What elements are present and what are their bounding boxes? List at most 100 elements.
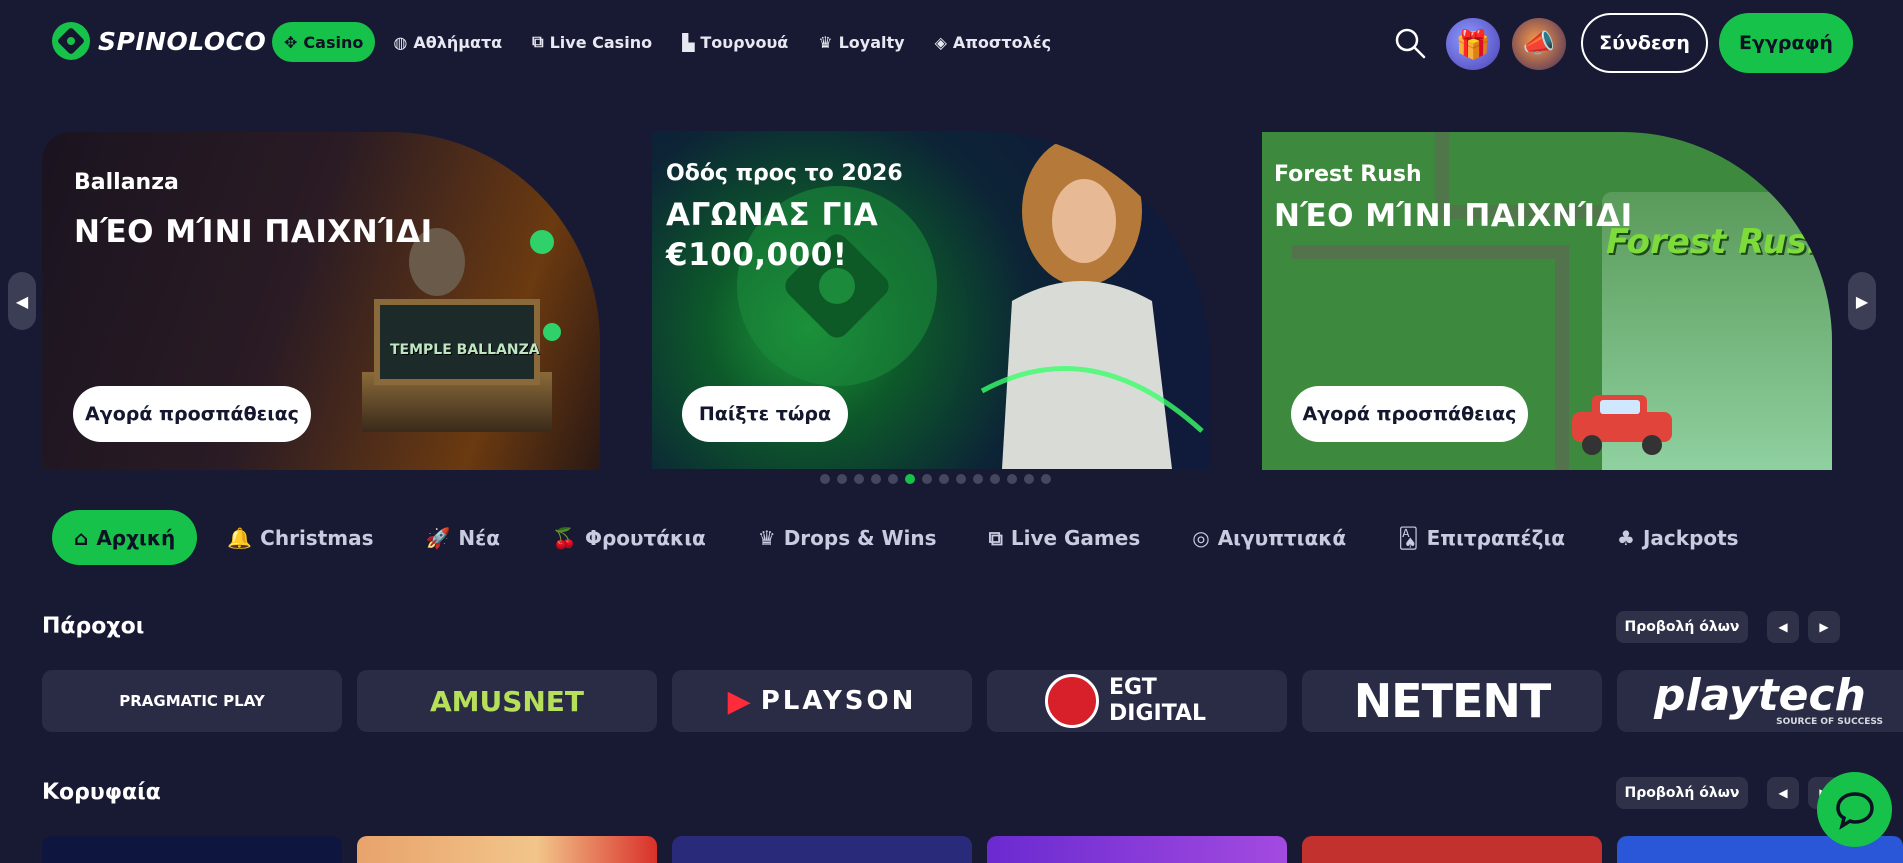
providers-view-all-button[interactable]: Προβολή όλων (1616, 611, 1748, 643)
banner-road-to-2026[interactable]: Οδός προς το 2026 ΑΓΩΝΑΣ ΓΙΑ €100,000! Π… (652, 131, 1210, 469)
temple-illustration (362, 228, 561, 432)
nav-item-loyalty[interactable]: ♛ Loyalty (806, 22, 916, 62)
casino-icon: ✥ (284, 32, 298, 52)
sports-ball-icon: ◍ (393, 32, 408, 52)
tab-new[interactable]: 🚀 Νέα (404, 510, 523, 565)
providers-prev-button[interactable]: ◀ (1767, 611, 1799, 643)
provider-playson[interactable]: ▶ PLAYSON (672, 670, 972, 732)
carousel-dot[interactable] (990, 474, 1000, 484)
carousel-dot[interactable] (871, 474, 881, 484)
cherry-icon: 🍒 (552, 525, 577, 550)
banner-title: ΑΓΩΝΑΣ ΓΙΑ €100,000! (666, 197, 879, 273)
tab-egyptian[interactable]: ◎ Αιγυπτιακά (1170, 510, 1368, 565)
logo-mark-icon (52, 22, 90, 60)
game-tile[interactable] (672, 836, 972, 863)
carousel-dot[interactable] (820, 474, 830, 484)
tab-jackpots[interactable]: ♣ Jackpots (1595, 510, 1761, 565)
red-car-illustration (1572, 395, 1672, 455)
egt-badge-icon (1045, 674, 1099, 728)
game-tile[interactable] (1302, 836, 1602, 863)
banner-forest-rush[interactable]: Forest Rush Forest Rush ΝΈΟ ΜΊΝΙ ΠΑΙΧΝΊΔ… (1262, 132, 1832, 470)
tab-live-games[interactable]: ⧉ Live Games (967, 510, 1163, 565)
nav-item-label: Αθλήματα (413, 32, 503, 52)
egyptian-icon: ◎ (1192, 525, 1210, 550)
banner-ballanza[interactable]: Ballanza ΝΈΟ ΜΊΝΙ ΠΑΙΧΝΊΔΙ TEMPLE BALLAN… (42, 132, 600, 470)
banner-subtitle: Ballanza (74, 170, 179, 195)
gift-icon: 🎁 (1455, 27, 1491, 61)
provider-name: PLAYSON (760, 686, 917, 716)
game-tile[interactable] (357, 836, 657, 863)
nav-item-live-casino[interactable]: ⧉ Live Casino (520, 22, 664, 62)
banner-subtitle: Forest Rush (1274, 162, 1422, 187)
nav-item-tournaments[interactable]: ▙ Τουρνουά (670, 22, 800, 62)
carousel-dot[interactable] (956, 474, 966, 484)
top-view-all-button[interactable]: Προβολή όλων (1616, 777, 1748, 809)
carousel-dot[interactable] (973, 474, 983, 484)
carousel-dot[interactable] (854, 474, 864, 484)
carousel-dot[interactable] (1041, 474, 1051, 484)
chevron-left-icon: ◀ (1778, 620, 1788, 634)
carousel-pagination (820, 474, 1051, 484)
nav-item-label: Live Casino (549, 32, 653, 52)
gift-button[interactable]: 🎁 (1446, 18, 1500, 70)
carousel-dot[interactable] (1024, 474, 1034, 484)
carousel-dot[interactable] (837, 474, 847, 484)
nav-item-sports[interactable]: ◍ Αθλήματα (381, 22, 514, 62)
tab-home[interactable]: ⌂ Αρχική (52, 510, 198, 565)
rocket-icon: 🚀 (425, 525, 451, 550)
provider-pragmatic-play[interactable]: PRAGMATIC PLAY (42, 670, 342, 732)
category-tabs: ⌂ Αρχική 🔔 Christmas 🚀 Νέα 🍒 Φρουτάκια ♛… (52, 510, 1761, 565)
tab-label: Φρουτάκια (584, 525, 706, 550)
tab-label: Christmas (260, 525, 374, 550)
banner-cta-button[interactable]: Παίξτε τώρα (682, 386, 848, 442)
cards-icon: 🂡 (1398, 525, 1419, 550)
tab-label: Αρχική (96, 525, 176, 550)
search-icon (1395, 28, 1426, 59)
tab-drops-wins[interactable]: ♛ Drops & Wins (736, 510, 959, 565)
game-tile[interactable] (987, 836, 1287, 863)
providers-next-button[interactable]: ▶ (1808, 611, 1840, 643)
provider-egt-digital[interactable]: EGT DIGITAL (987, 670, 1287, 732)
top-prev-button[interactable]: ◀ (1767, 777, 1799, 809)
tab-label: Αιγυπτιακά (1217, 525, 1347, 550)
register-button[interactable]: Εγγραφή (1719, 13, 1853, 73)
carousel-dot[interactable] (888, 474, 898, 484)
nav-item-label: Loyalty (838, 32, 905, 52)
banner-title: ΝΈΟ ΜΊΝΙ ΠΑΙΧΝΊΔΙ (1274, 198, 1633, 234)
provider-name: EGT DIGITAL (1109, 675, 1207, 726)
tab-label: Drops & Wins (783, 525, 937, 550)
tab-fruits[interactable]: 🍒 Φρουτάκια (530, 510, 728, 565)
carousel-prev-button[interactable]: ◀ (8, 272, 36, 330)
game-tile[interactable] (42, 836, 342, 863)
chevron-right-icon: ▶ (1819, 620, 1829, 634)
provider-name: PRAGMATIC PLAY (119, 692, 265, 710)
banner-cta-button[interactable]: Αγορά προσπάθειας (73, 386, 311, 442)
carousel-dot[interactable] (922, 474, 932, 484)
provider-amusnet[interactable]: AMUSNET (357, 670, 657, 732)
logo[interactable]: SPINOLOCO (52, 22, 266, 60)
provider-name: playtech (1654, 670, 1866, 721)
carousel-dot[interactable] (1007, 474, 1017, 484)
home-icon: ⌂ (74, 525, 89, 550)
banner-cta-button[interactable]: Αγορά προσπάθειας (1291, 386, 1528, 442)
promotions-button[interactable]: 📣 (1512, 18, 1566, 70)
provider-playtech[interactable]: playtech SOURCE OF SUCCESS (1617, 670, 1903, 732)
top-section-title: Κορυφαία (42, 780, 161, 805)
tab-table-games[interactable]: 🂡 Επιτραπέζια (1376, 510, 1587, 565)
carousel-dot[interactable] (939, 474, 949, 484)
tournament-icon: ▙ (682, 32, 695, 52)
carousel-dot[interactable] (905, 474, 915, 484)
tab-christmas[interactable]: 🔔 Christmas (205, 510, 395, 565)
banner-subtitle: Οδός προς το 2026 (666, 161, 903, 186)
provider-netent[interactable]: NETENT (1302, 670, 1602, 732)
login-button[interactable]: Σύνδεση (1581, 13, 1708, 73)
search-button[interactable] (1393, 26, 1427, 60)
nav-item-missions[interactable]: ◈ Αποστολές (923, 22, 1064, 62)
chevron-left-icon: ◀ (15, 291, 29, 311)
nav-item-casino[interactable]: ✥ Casino (272, 22, 376, 62)
carousel-next-button[interactable]: ▶ (1848, 272, 1876, 330)
banner-title: ΝΈΟ ΜΊΝΙ ΠΑΙΧΝΊΔΙ (74, 214, 433, 250)
megaphone-icon: 📣 (1522, 29, 1556, 59)
live-chat-button[interactable] (1817, 772, 1892, 847)
main-nav: ✥ Casino ◍ Αθλήματα ⧉ Live Casino ▙ Τουρ… (272, 22, 1063, 62)
